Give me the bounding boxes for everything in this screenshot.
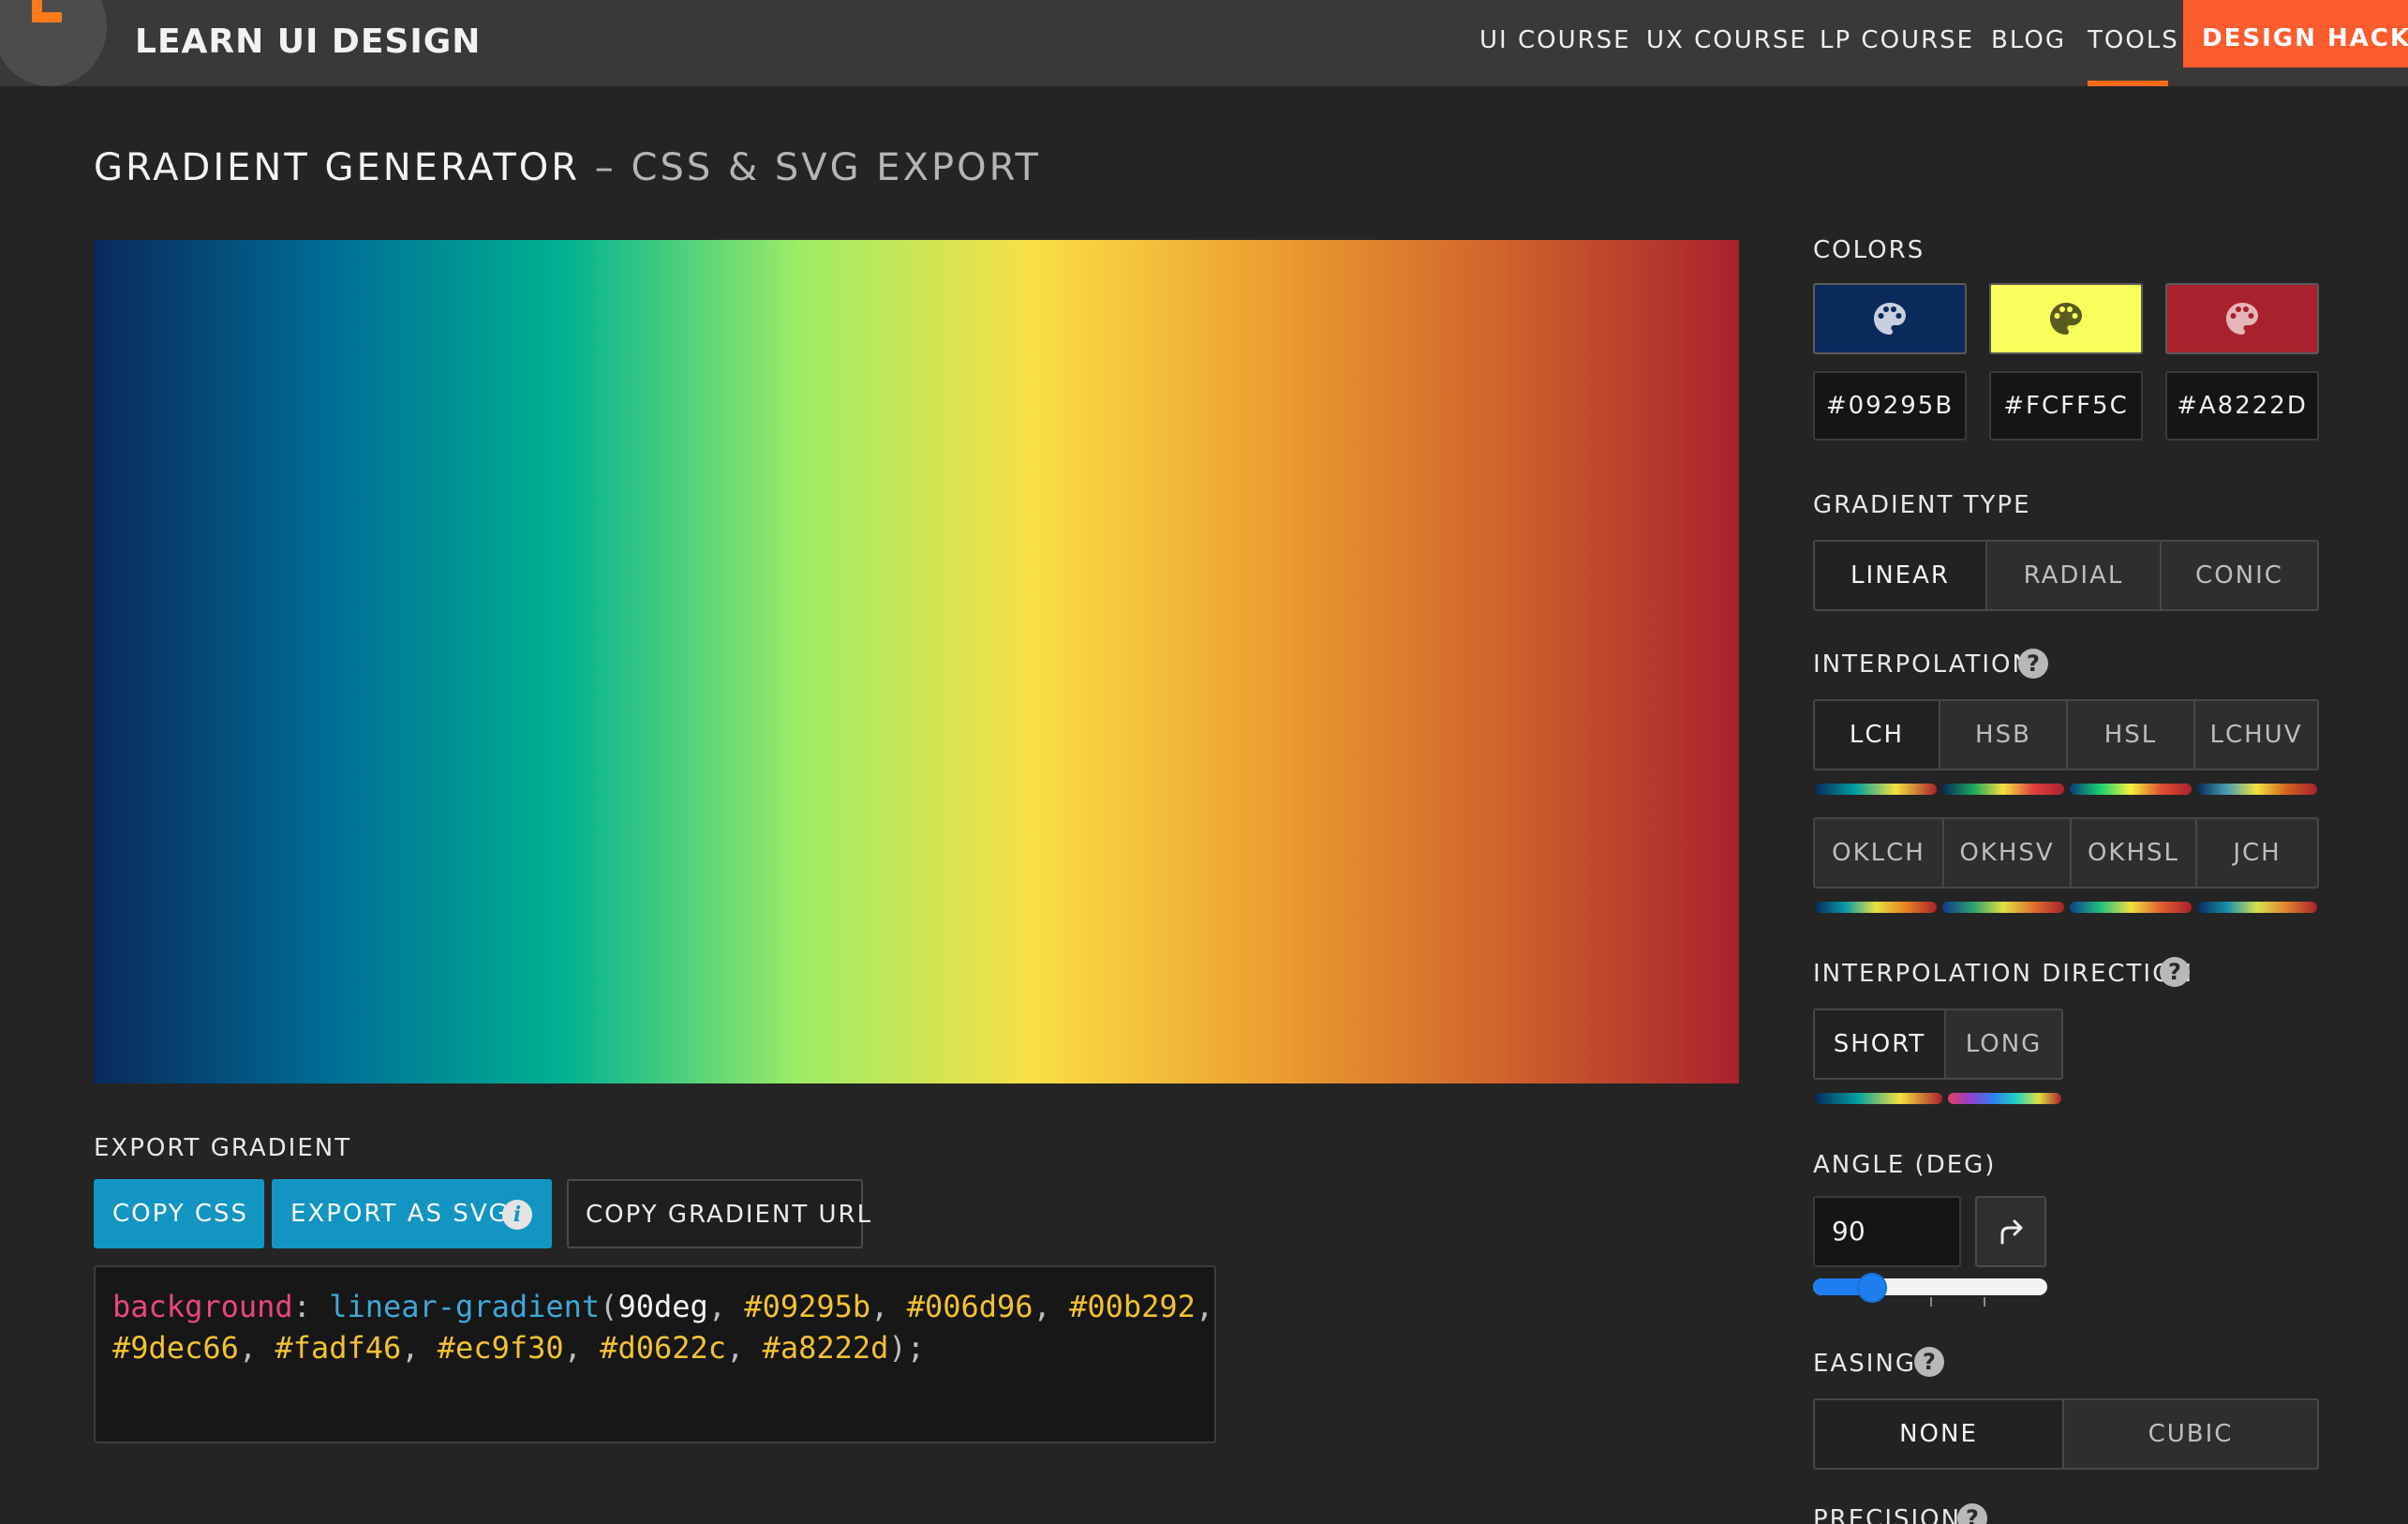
- interpolation-lch[interactable]: LCH: [1815, 701, 1939, 769]
- easing-help-icon[interactable]: ?: [1914, 1347, 1944, 1377]
- code-line-2: #9dec66, #fadf46, #ec9f30, #d0622c, #a82…: [112, 1330, 925, 1366]
- color-swatch-2[interactable]: [1989, 283, 2143, 354]
- design-hacks-button[interactable]: DESIGN HACKS: [2183, 0, 2408, 67]
- copy-gradient-url-label: COPY GRADIENT URL: [586, 1201, 873, 1229]
- color-hex-input-1[interactable]: #09295B: [1813, 371, 1967, 441]
- colors-label: COLORS: [1813, 236, 1925, 264]
- export-svg-button[interactable]: EXPORT AS SVG i: [272, 1179, 552, 1248]
- interpolation-label: INTERPOLATION: [1813, 650, 2032, 679]
- color-swatch-3[interactable]: [2165, 283, 2319, 354]
- easing-none[interactable]: NONE: [1815, 1400, 2062, 1468]
- interpolation-jch-preview: [2197, 902, 2317, 913]
- gradient-type-label: GRADIENT TYPE: [1813, 491, 2031, 519]
- interpolation-okhsl[interactable]: OKHSL: [2070, 819, 2195, 887]
- interpolation-oklch-preview: [1815, 902, 1937, 913]
- gradient-preview: [94, 240, 1739, 1083]
- interpolation-okhsl-preview: [2070, 902, 2192, 913]
- interpolation-selector-row-2: OKLCH OKHSV OKHSL JCH: [1813, 817, 2319, 889]
- direction-long[interactable]: LONG: [1944, 1010, 2061, 1078]
- interpolation-hsb[interactable]: HSB: [1939, 701, 2066, 769]
- angle-slider-tick: [1984, 1297, 1985, 1307]
- interpolation-hsl[interactable]: HSL: [2066, 701, 2193, 769]
- rotate-angle-button[interactable]: [1975, 1196, 2046, 1267]
- rotate-right-icon: [2000, 1219, 2023, 1245]
- color-hex-input-3[interactable]: #A8222D: [2165, 371, 2319, 441]
- brand-name[interactable]: LEARN UI DESIGN: [135, 22, 481, 61]
- gradient-type-selector: LINEAR RADIAL CONIC: [1813, 540, 2319, 611]
- color-swatch-1[interactable]: [1813, 283, 1967, 354]
- interpolation-oklch[interactable]: OKLCH: [1815, 819, 1942, 887]
- interpolation-jch[interactable]: JCH: [2195, 819, 2317, 887]
- logo-icon: [32, 0, 62, 22]
- easing-label: EASING: [1813, 1350, 1916, 1378]
- page-title-main: GRADIENT GENERATOR: [94, 146, 581, 189]
- angle-slider[interactable]: [1813, 1278, 2047, 1295]
- interpolation-direction-help-icon[interactable]: ?: [2160, 957, 2190, 987]
- interpolation-direction-selector: SHORT LONG: [1813, 1009, 2063, 1080]
- interpolation-lch-preview: [1815, 784, 1937, 795]
- color-hex-input-2[interactable]: #FCFF5C: [1989, 371, 2143, 441]
- export-svg-label: EXPORT AS SVG: [290, 1200, 510, 1228]
- copy-css-button[interactable]: COPY CSS: [94, 1179, 264, 1248]
- logo[interactable]: [0, 0, 107, 86]
- interpolation-okhsv[interactable]: OKHSV: [1942, 819, 2070, 887]
- gradient-type-radial[interactable]: RADIAL: [1985, 542, 2160, 609]
- export-gradient-label: EXPORT GRADIENT: [94, 1134, 352, 1162]
- nav-item-lp-course[interactable]: LP COURSE: [1820, 26, 1974, 54]
- interpolation-hsb-preview: [1942, 784, 2064, 795]
- page-title: GRADIENT GENERATOR – CSS & SVG EXPORT: [94, 146, 1041, 189]
- interpolation-hsl-preview: [2070, 784, 2192, 795]
- nav-item-ui-course[interactable]: UI COURSE: [1479, 26, 1631, 54]
- direction-short[interactable]: SHORT: [1815, 1010, 1944, 1078]
- interpolation-lchuv[interactable]: LCHUV: [2193, 701, 2317, 769]
- copy-css-label: COPY CSS: [112, 1200, 249, 1228]
- interpolation-selector-row-1: LCH HSB HSL LCHUV: [1813, 699, 2319, 770]
- css-code-output[interactable]: background: linear-gradient(90deg, #0929…: [94, 1265, 1216, 1443]
- interpolation-direction-label: INTERPOLATION DIRECTION: [1813, 960, 2194, 988]
- angle-input[interactable]: 90: [1813, 1196, 1961, 1267]
- easing-selector: NONE CUBIC: [1813, 1398, 2319, 1470]
- code-line-1: background: linear-gradient(90deg, #0929…: [112, 1289, 1214, 1324]
- nav-item-blog[interactable]: BLOG: [1991, 26, 2066, 54]
- interpolation-help-icon[interactable]: ?: [2018, 649, 2048, 679]
- interpolation-lchuv-preview: [2197, 784, 2317, 795]
- top-navigation: LEARN UI DESIGN UI COURSE UX COURSE LP C…: [0, 0, 2408, 86]
- nav-item-tools[interactable]: TOOLS: [2088, 26, 2179, 54]
- copy-gradient-url-button[interactable]: COPY GRADIENT URL: [567, 1179, 870, 1248]
- palette-icon: [2050, 303, 2082, 335]
- palette-icon: [2226, 303, 2258, 335]
- interpolation-okhsv-preview: [1942, 902, 2064, 913]
- active-nav-indicator: [2088, 81, 2168, 86]
- angle-slider-tick: [1930, 1297, 1932, 1307]
- palette-icon: [1874, 303, 1906, 335]
- direction-short-preview: [1815, 1093, 1942, 1104]
- gradient-type-conic[interactable]: CONIC: [2160, 542, 2317, 609]
- page-title-subtitle: – CSS & SVG EXPORT: [594, 146, 1041, 189]
- direction-long-preview: [1948, 1093, 2061, 1104]
- design-hacks-label: DESIGN HACKS: [2202, 24, 2408, 52]
- precision-help-icon[interactable]: ?: [1957, 1503, 1987, 1524]
- angle-slider-handle[interactable]: [1856, 1273, 1887, 1303]
- nav-item-ux-course[interactable]: UX COURSE: [1646, 26, 1807, 54]
- angle-label: ANGLE (DEG): [1813, 1151, 1997, 1179]
- easing-cubic[interactable]: CUBIC: [2062, 1400, 2317, 1468]
- info-icon[interactable]: i: [502, 1200, 532, 1230]
- gradient-type-linear[interactable]: LINEAR: [1815, 542, 1985, 609]
- precision-label: PRECISION: [1813, 1505, 1962, 1524]
